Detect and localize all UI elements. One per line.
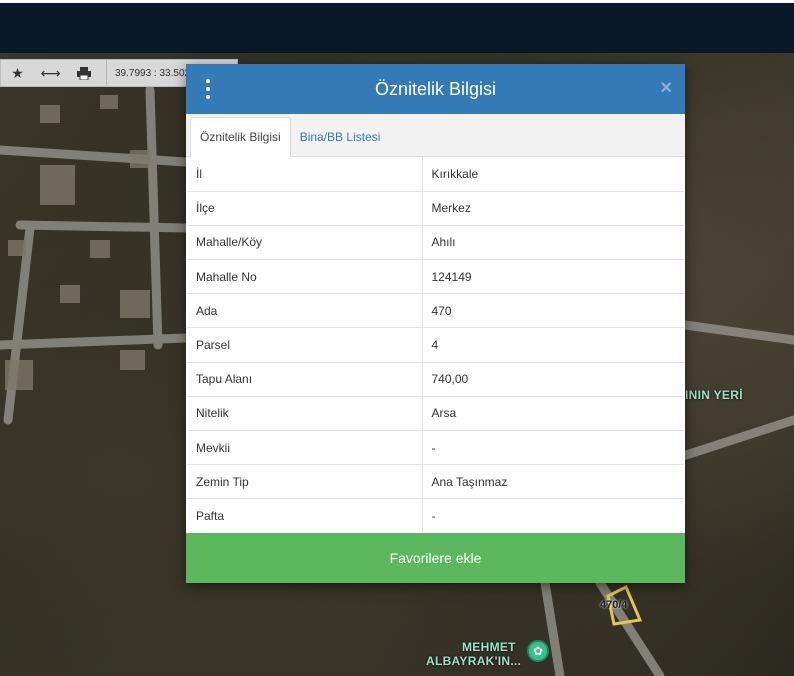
table-row: Ada 470 (187, 293, 684, 329)
table-row: Nitelik Arsa (187, 396, 684, 432)
parcel-label: 470/4 (600, 599, 628, 611)
row-key: İl (187, 157, 423, 192)
poi-marker-icon[interactable]: ✿ (527, 640, 549, 662)
row-key: Nitelik (187, 396, 423, 432)
row-key: Mahalle No (187, 259, 423, 295)
row-key: Mevkii (187, 430, 423, 466)
table-row: Pafta - (187, 498, 684, 534)
dialog-tabs: Öznitelik Bilgisi Bina/BB Listesi (186, 114, 685, 157)
attribute-info-dialog: Öznitelik Bilgisi × Öznitelik Bilgisi Bi… (186, 64, 685, 583)
row-value: 124149 (422, 259, 684, 295)
close-icon[interactable]: × (660, 77, 672, 100)
row-key: Zemin Tip (187, 464, 423, 500)
map-place-label: ININ YERİ (685, 388, 743, 402)
add-to-favorites-button[interactable]: Favorilere ekle (186, 533, 685, 583)
table-row: Mahalle/Köy Ahılı (187, 225, 684, 261)
dialog-header: Öznitelik Bilgisi × (186, 64, 685, 114)
row-key: Parsel (187, 327, 423, 363)
row-key: Pafta (187, 498, 423, 534)
top-navigation-bar (0, 0, 794, 53)
row-value: Merkez (422, 191, 684, 226)
row-value: Arsa (422, 396, 684, 432)
star-icon[interactable]: ★ (1, 60, 34, 86)
row-value: 470 (422, 293, 684, 329)
row-value: 4 (422, 327, 684, 363)
row-value: Ahılı (422, 225, 684, 261)
table-row: Mahalle No 124149 (187, 259, 684, 295)
row-value: Ana Taşınmaz (422, 464, 684, 500)
poi-label-line1: MEHMET (462, 640, 516, 654)
row-value: 740,00 (422, 362, 684, 397)
table-row: İlçe Merkez (187, 191, 684, 226)
row-value: - (422, 430, 684, 466)
row-key: İlçe (187, 191, 423, 226)
row-key: Ada (187, 293, 423, 329)
row-key: Tapu Alanı (187, 362, 423, 397)
measure-icon[interactable]: ⟷ (34, 60, 67, 86)
table-row: İl Kırıkkale (187, 157, 684, 192)
row-key: Mahalle/Köy (187, 225, 423, 261)
print-icon[interactable] (67, 60, 100, 86)
table-row: Zemin Tip Ana Taşınmaz (187, 464, 684, 500)
coordinate-readout: 39.7993 : 33.5021 (106, 60, 196, 86)
table-row: Tapu Alanı 740,00 (187, 362, 684, 397)
tab-attribute-info[interactable]: Öznitelik Bilgisi (190, 117, 291, 157)
poi-label-line2: ALBAYRAK'IN... (426, 654, 522, 668)
attribute-table: İl Kırıkkale İlçe Merkez Mahalle/Köy Ahılı … (187, 157, 684, 534)
table-row: Parsel 4 (187, 327, 684, 363)
row-value: - (422, 498, 684, 534)
dialog-title: Öznitelik Bilgisi (374, 78, 497, 99)
tab-building-list[interactable]: Bina/BB Listesi (291, 117, 390, 157)
kebab-menu-icon[interactable] (204, 79, 212, 99)
row-value: Kırıkkale (422, 157, 684, 192)
table-row: Mevkii - (187, 430, 684, 466)
